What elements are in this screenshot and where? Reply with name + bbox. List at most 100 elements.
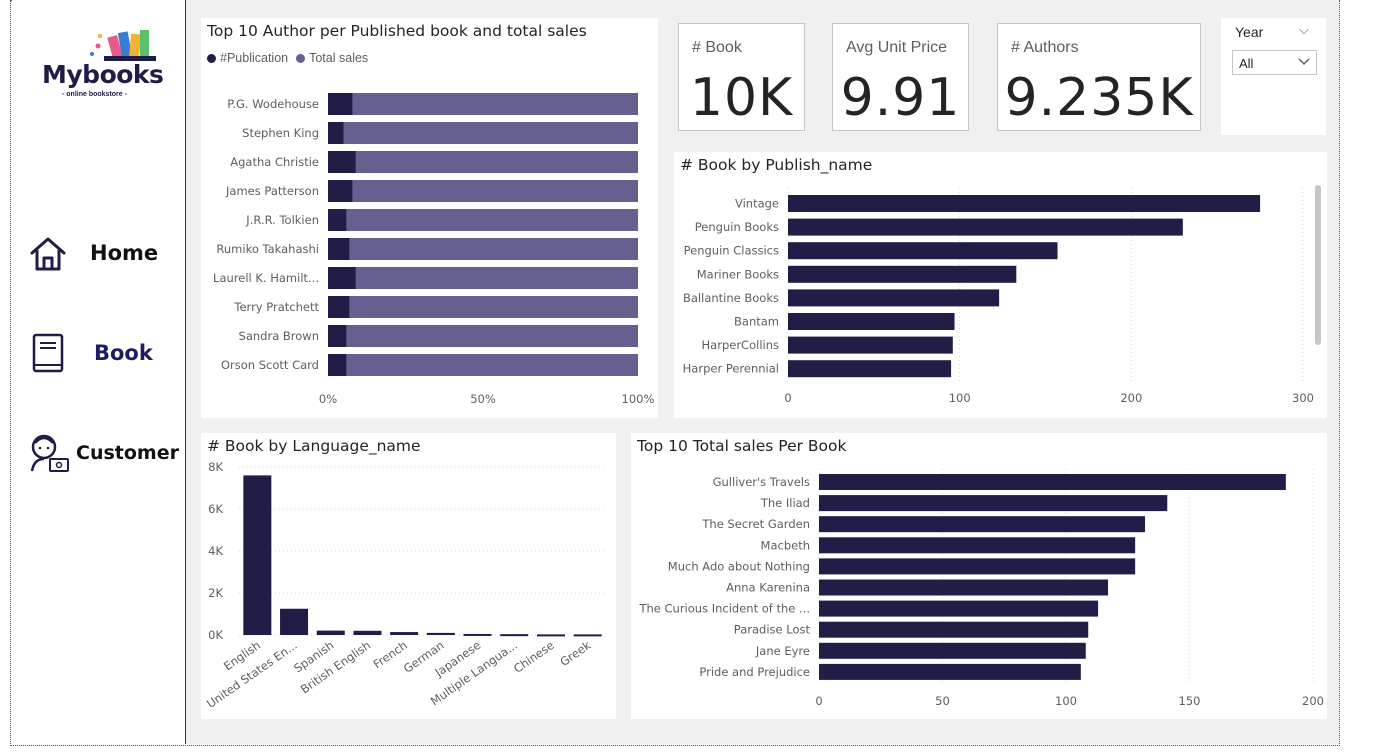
author-x-tick-label: 0% [319,392,337,406]
publisher-category-label: Ballantine Books [683,291,779,305]
author-bar-publication[interactable] [328,325,347,347]
author-bar-total-sales[interactable] [352,180,638,202]
language-category-label: Greek [557,638,593,669]
publisher-category-label: Penguin Books [695,220,779,234]
author-category-label: Sandra Brown [239,329,319,343]
language-bar[interactable] [243,475,272,635]
author-bar-publication[interactable] [328,267,356,289]
author-chart-plot: P.G. Wodehouse Stephen King Agatha Christi… [213,93,655,406]
sales-category-label: Gulliver's Travels [713,475,810,489]
sales-bar[interactable] [819,621,1089,638]
publisher-bar[interactable] [788,360,952,378]
publisher-bar[interactable] [788,289,1000,307]
language-bar[interactable] [390,632,419,635]
nav-home-label: Home [90,241,159,265]
author-category-label: Rumiko Takahashi [216,242,319,256]
sales-bar[interactable] [819,663,1081,680]
publisher-category-label: Vintage [735,197,779,211]
author-bar-total-sales[interactable] [349,296,638,318]
sales-category-label: Macbeth [761,538,810,552]
author-category-label: James Patterson [225,184,319,198]
author-bar-total-sales[interactable] [352,93,638,115]
author-category-label: Agatha Christie [230,155,319,169]
publisher-x-tick-label: 200 [1120,391,1142,405]
publisher-x-tick-label: 100 [949,391,971,405]
kpi-avg-price-value: 9.91 [840,68,961,128]
publisher-bar[interactable] [788,313,955,330]
publisher-chart-scrollbar[interactable] [1315,185,1321,345]
language-bar[interactable] [426,632,455,635]
year-dropdown[interactable]: All [1232,50,1317,75]
sales-category-label: Anna Karenina [726,581,810,595]
publisher-category-label: HarperCollins [702,338,779,352]
publisher-chart-plot: 0 100 200 300 Vintage Penguin Books Penguin Cl… [683,188,1314,405]
sales-x-tick-label: 200 [1302,694,1324,708]
publisher-bar[interactable] [788,336,953,354]
language-chart-card[interactable]: # Book by Language_name 0K 2K 4K 6K 8K Englis… [201,433,616,719]
sales-bar[interactable] [819,558,1136,575]
author-bar-publication[interactable] [328,209,347,231]
publisher-bar[interactable] [788,218,1183,236]
author-bar-total-sales[interactable] [346,325,638,347]
language-bar[interactable] [536,634,565,637]
year-dropdown-value: All [1239,56,1254,71]
kpi-avg-price-label: Avg Unit Price [846,39,948,56]
publisher-chart-card[interactable]: # Book by Publish_name 0 100 200 300 Vintage… [674,152,1327,418]
year-slicer[interactable]: Year ⌵ All [1221,18,1326,135]
nav-book-button[interactable]: Book [28,328,188,378]
sales-bar[interactable] [819,495,1168,512]
language-category-label: Chinese [511,638,557,676]
kpi-book-label: # Book [692,39,742,56]
author-bar-publication[interactable] [328,180,353,202]
kpi-book-value: 10K [689,68,794,128]
language-bar[interactable] [573,634,602,637]
sales-bar[interactable] [819,600,1099,617]
author-bar-publication[interactable] [328,93,353,115]
author-category-label: Orson Scott Card [221,358,319,372]
publisher-bar[interactable] [788,242,1058,260]
author-bar-publication[interactable] [328,151,356,173]
language-bar[interactable] [500,634,529,637]
author-chart-card[interactable]: Top 10 Author per Published book and tot… [201,18,658,418]
sales-bar[interactable] [819,642,1086,659]
sales-chart-card[interactable]: Top 10 Total sales Per Book 0 50 100 150 200… [631,433,1327,719]
sales-bar[interactable] [819,474,1286,490]
author-bar-publication[interactable] [328,296,350,318]
nav-customer-button[interactable]: Customer [28,428,188,478]
customer-icon [30,434,69,472]
author-category-label: Terry Pratchett [233,300,319,314]
language-bar[interactable] [316,630,345,635]
language-bar[interactable] [353,630,382,635]
author-bar-total-sales[interactable] [355,151,638,173]
sales-bar[interactable] [819,537,1136,554]
author-bar-total-sales[interactable] [346,354,638,376]
publisher-category-label: Penguin Classics [684,244,779,258]
language-y-tick-label: 0K [208,628,223,642]
author-bar-publication[interactable] [328,354,347,376]
sales-x-tick-label: 0 [815,694,822,708]
author-bar-total-sales[interactable] [346,209,638,231]
author-x-tick-label: 50% [470,392,496,406]
home-icon [30,237,66,271]
sales-bar[interactable] [819,579,1108,596]
kpi-authors-label: # Authors [1011,39,1079,56]
language-bar[interactable] [280,608,309,635]
publisher-bar[interactable] [788,265,1017,283]
mybooks-logo: Mybooks - online bookstore - [40,28,186,102]
chevron-down-icon[interactable]: ⌵ [1299,22,1309,38]
logo-text: Mybooks [42,60,164,89]
author-bar-total-sales[interactable] [343,122,639,144]
sales-category-label: Much Ado about Nothing [668,559,810,573]
publisher-x-tick-label: 0 [784,391,791,405]
author-bar-publication[interactable] [328,238,350,260]
author-category-label: Stephen King [242,126,319,140]
sales-category-label: The Curious Incident of the ... [638,602,810,616]
author-bar-total-sales[interactable] [355,267,638,289]
publisher-bar[interactable] [788,195,1261,212]
language-bar[interactable] [463,633,492,636]
author-bar-publication[interactable] [328,122,344,144]
author-category-label: Laurell K. Hamilt... [213,271,319,285]
nav-home-button[interactable]: Home [28,228,188,278]
sales-bar[interactable] [819,516,1146,533]
author-bar-total-sales[interactable] [349,238,638,260]
